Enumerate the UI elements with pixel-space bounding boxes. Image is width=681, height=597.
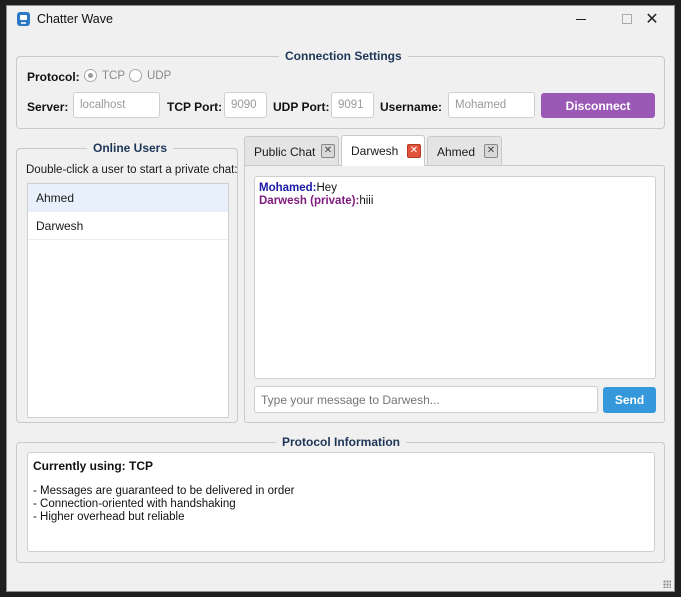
protocol-info-title: Protocol Information — [276, 435, 406, 449]
app-window: Chatter Wave ✕ Connection Settings Proto… — [6, 5, 675, 592]
title-bar[interactable]: Chatter Wave ✕ — [7, 6, 674, 32]
chat-tab-panel: Mohamed:Hey Darwesh (private):hiii Send — [244, 165, 665, 423]
window-title: Chatter Wave — [37, 12, 113, 26]
tab-ahmed-close-icon[interactable]: ✕ — [484, 144, 498, 158]
tab-darwesh[interactable]: Darwesh ✕ — [341, 135, 425, 166]
tab-ahmed[interactable]: Ahmed ✕ — [427, 136, 502, 165]
minimize-icon — [576, 18, 586, 20]
online-users-group: Online Users Double-click a user to star… — [16, 141, 238, 423]
user-item-ahmed[interactable]: Ahmed — [28, 184, 228, 212]
close-window-button[interactable]: ✕ — [629, 6, 675, 32]
protocol-info-line: - Connection-oriented with handshaking — [33, 498, 236, 510]
server-label: Server: — [27, 100, 69, 114]
protocol-info-heading: Currently using: TCP — [33, 459, 154, 473]
protocol-info-group: Protocol Information Currently using: TC… — [16, 435, 665, 563]
udp-port-label: UDP Port: — [273, 100, 330, 114]
udp-port-input[interactable] — [331, 92, 374, 118]
app-logo-icon — [17, 12, 30, 26]
chat-messages-area[interactable]: Mohamed:Hey Darwesh (private):hiii — [254, 176, 656, 379]
chat-message: Darwesh (private):hiii — [259, 195, 373, 207]
message-input[interactable] — [254, 386, 598, 413]
message-sender: Darwesh (private): — [259, 195, 360, 207]
disconnect-button[interactable]: Disconnect — [541, 93, 655, 118]
tcp-radio-label[interactable]: TCP — [102, 70, 125, 82]
tab-ahmed-label: Ahmed — [437, 145, 476, 159]
user-item-darwesh[interactable]: Darwesh — [28, 212, 228, 240]
tab-public-chat-close-icon[interactable]: ✕ — [321, 144, 335, 158]
tcp-port-label: TCP Port: — [167, 100, 223, 114]
protocol-info-line: - Higher overhead but reliable — [33, 511, 185, 523]
tcp-port-input[interactable] — [224, 92, 267, 118]
message-text: Hey — [316, 182, 337, 194]
tcp-radio[interactable] — [84, 69, 97, 82]
user-list[interactable]: Ahmed Darwesh — [27, 183, 229, 418]
minimize-button[interactable] — [558, 6, 604, 32]
tab-public-chat-label: Public Chat — [254, 145, 316, 159]
udp-radio-label[interactable]: UDP — [147, 70, 171, 82]
online-users-title: Online Users — [87, 141, 174, 155]
message-sender: Mohamed: — [259, 182, 317, 194]
message-text: hiii — [359, 195, 374, 207]
connection-settings-title: Connection Settings — [279, 49, 408, 63]
protocol-label: Protocol: — [27, 70, 80, 84]
tab-darwesh-close-icon[interactable]: ✕ — [407, 144, 421, 158]
username-input[interactable] — [448, 92, 535, 118]
chat-message: Mohamed:Hey — [259, 182, 337, 194]
protocol-info-line: - Messages are guaranteed to be delivere… — [33, 485, 295, 497]
tab-darwesh-label: Darwesh — [351, 144, 399, 158]
server-input[interactable] — [73, 92, 160, 118]
protocol-info-box: Currently using: TCP - Messages are guar… — [27, 452, 655, 552]
tab-public-chat[interactable]: Public Chat ✕ — [244, 136, 339, 165]
username-label: Username: — [380, 100, 443, 114]
online-users-hint: Double-click a user to start a private c… — [26, 164, 238, 176]
send-button[interactable]: Send — [603, 387, 656, 413]
connection-settings-group: Connection Settings Protocol: TCP UDP Se… — [16, 49, 665, 129]
resize-grip-icon[interactable] — [663, 580, 671, 588]
udp-radio[interactable] — [129, 69, 142, 82]
